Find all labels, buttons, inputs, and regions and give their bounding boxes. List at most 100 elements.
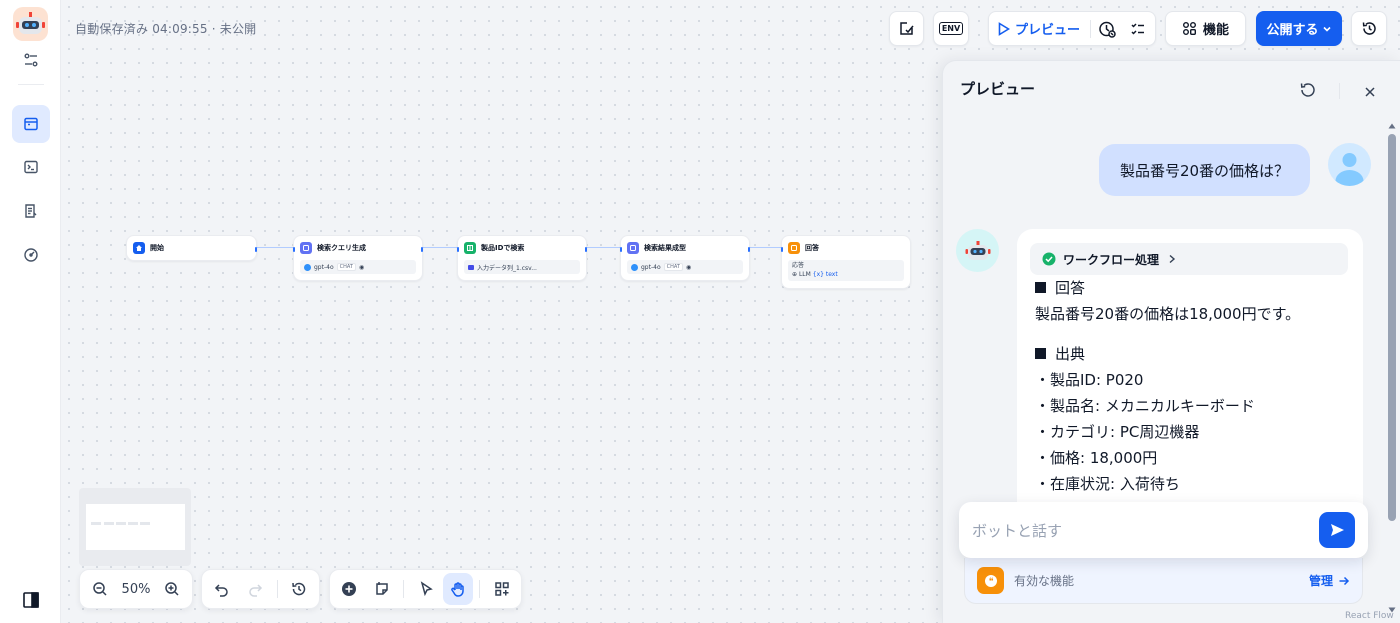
preview-button[interactable]: プレビュー	[1015, 19, 1080, 38]
terminal-icon	[23, 159, 39, 175]
scroll-up-icon[interactable]	[1388, 122, 1396, 130]
minimap[interactable]	[79, 488, 191, 566]
answer-body: 応答 ⊕ LLM {x} text	[788, 260, 904, 281]
close-icon	[1364, 86, 1376, 98]
add-note-button[interactable]	[367, 573, 398, 605]
workflow-process-toggle[interactable]: ワークフロー処理	[1030, 243, 1348, 275]
dataset-name: 入力データ列_1.csv...	[477, 264, 537, 272]
change-history-button[interactable]	[284, 573, 315, 605]
answer-body-label: 応答	[792, 262, 805, 269]
sidebar-item-orchestrate[interactable]	[12, 105, 50, 143]
sidebar-item-monitoring[interactable]	[12, 236, 50, 274]
chat-input[interactable]: ボットと話す	[972, 520, 1319, 541]
toolbar-separator	[276, 580, 278, 598]
answer-heading: 回答	[1035, 278, 1085, 298]
eye-icon: ◉	[685, 263, 692, 271]
model-icon	[304, 263, 311, 271]
app-logo[interactable]	[13, 7, 48, 41]
model-tag: CHAT	[336, 263, 356, 271]
organize-button[interactable]	[486, 573, 517, 605]
env-button[interactable]: ENV	[933, 11, 969, 46]
toolbar-separator	[403, 580, 405, 598]
zoom-in-icon	[164, 581, 180, 597]
answer-icon	[788, 242, 800, 254]
undo-icon	[214, 581, 230, 597]
source-item: ・カテゴリ: PC周辺機器	[1035, 423, 1200, 441]
checklist-button[interactable]	[889, 11, 924, 46]
node-handle[interactable]	[293, 247, 295, 252]
node-answer[interactable]: 回答 応答 ⊕ LLM {x} text	[781, 235, 911, 289]
model-name: gpt-4o	[641, 263, 661, 271]
user-avatar	[1328, 143, 1371, 186]
chat-scrollbar[interactable]	[1388, 122, 1396, 614]
add-node-button[interactable]	[334, 573, 365, 605]
llm-ref-icon: ⊕	[792, 271, 798, 278]
restart-button[interactable]	[1299, 81, 1317, 103]
node-handle[interactable]	[457, 247, 459, 252]
node-title: 製品IDで検索	[481, 244, 525, 252]
env-icon: ENV	[938, 22, 964, 35]
folder-icon	[468, 264, 474, 270]
source-item: ・製品名: メカニカルキーボード	[1035, 397, 1255, 415]
node-title: 開始	[150, 244, 164, 252]
edge	[423, 247, 457, 248]
model-name: gpt-4o	[314, 263, 334, 271]
node-llm-query[interactable]: 検索クエリ生成 gpt-4o CHAT ◉	[293, 235, 423, 281]
source-item: ・在庫状況: 入荷待ち	[1035, 475, 1180, 493]
play-icon	[997, 21, 1010, 36]
square-bullet-icon	[1035, 282, 1046, 293]
node-handle[interactable]	[781, 247, 783, 252]
history-icon	[291, 581, 307, 597]
node-handle[interactable]	[255, 247, 257, 252]
document-list-icon	[23, 203, 39, 219]
react-flow-attribution[interactable]: React Flow	[1345, 611, 1394, 621]
model-tag: CHAT	[663, 263, 683, 271]
version-history-button[interactable]	[1351, 11, 1387, 46]
run-history-icon[interactable]	[1098, 20, 1116, 38]
settings-sliders-button[interactable]	[12, 41, 50, 79]
source-heading: 出典	[1035, 344, 1085, 364]
preview-title: プレビュー	[960, 80, 1036, 98]
hand-mode-button[interactable]	[442, 573, 474, 605]
undo-button[interactable]	[206, 573, 237, 605]
node-handle[interactable]	[421, 247, 423, 252]
close-panel-button[interactable]	[1364, 83, 1376, 102]
llm-icon	[300, 242, 312, 254]
canvas-tools	[329, 569, 522, 609]
node-handle[interactable]	[585, 247, 587, 252]
publish-label: 公開する	[1266, 23, 1319, 38]
toolbar-separator	[1090, 19, 1092, 38]
preview-group: プレビュー	[988, 11, 1156, 46]
answer-var-a: LLM	[798, 271, 811, 278]
zoom-out-button[interactable]	[84, 573, 115, 605]
node-start[interactable]: 開始	[126, 235, 257, 261]
zoom-in-button[interactable]	[157, 573, 188, 605]
send-button[interactable]	[1319, 512, 1355, 548]
edge	[587, 247, 620, 248]
sidebar-item-api[interactable]	[12, 148, 50, 186]
toggle-sidebar-button[interactable]	[12, 581, 50, 619]
sidebar-item-logs[interactable]	[12, 192, 50, 230]
publish-button[interactable]: 公開する	[1256, 11, 1342, 46]
var-icon: {x}	[812, 271, 824, 278]
source-item: ・価格: 18,000円	[1035, 449, 1158, 467]
node-handle[interactable]	[748, 247, 750, 252]
bot-avatar	[956, 229, 999, 272]
zoom-level[interactable]: 50%	[117, 582, 154, 597]
scrollbar-thumb[interactable]	[1388, 134, 1396, 521]
node-title: 検索クエリ生成	[317, 244, 366, 252]
pointer-mode-button[interactable]	[410, 573, 441, 605]
node-handle[interactable]	[620, 247, 622, 252]
node-knowledge-search[interactable]: 製品IDで検索 入力データ列_1.csv...	[457, 235, 587, 281]
autosave-status: 自動保存済み 04:09:55 · 未公開	[75, 22, 257, 36]
sidebar-divider	[18, 84, 44, 85]
manage-link[interactable]: 管理	[1309, 572, 1350, 589]
node-llm-format[interactable]: 検索結果成型 gpt-4o CHAT ◉	[620, 235, 750, 281]
arrow-right-icon	[1338, 575, 1350, 587]
features-button[interactable]: 機能	[1165, 11, 1246, 46]
checklist-icon[interactable]	[1130, 21, 1146, 37]
node-title: 回答	[805, 244, 819, 252]
redo-button[interactable]	[239, 573, 270, 605]
hand-icon	[450, 581, 467, 598]
model-icon	[631, 263, 638, 271]
